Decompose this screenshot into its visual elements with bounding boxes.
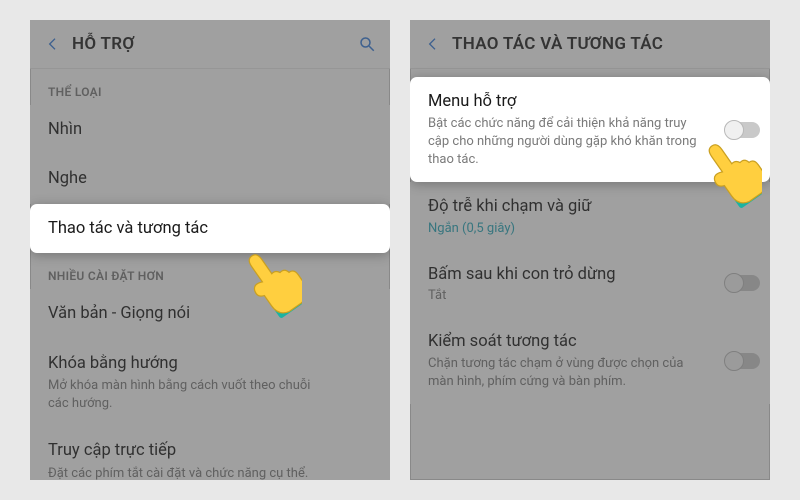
row-thao-tac-va-tuong-tac[interactable]: Thao tác và tương tác	[30, 204, 390, 253]
row-label: Nhìn	[48, 119, 372, 140]
row-label: Kiểm soát tương tác	[428, 331, 752, 352]
screen-1: HỖ TRỢ THỂ LOẠI Nhìn Nghe Thao tác và tư…	[30, 20, 390, 480]
row-label: Văn bản - Giọng nói	[48, 303, 372, 324]
row-value: Tắt	[428, 288, 752, 303]
page-title: THAO TÁC VÀ TƯƠNG TÁC	[446, 34, 760, 54]
row-label: Truy cập trực tiếp	[48, 440, 372, 461]
row-khoa-bang-huong[interactable]: Khóa bằng hướng Mở khóa màn hình bằng cá…	[30, 339, 390, 427]
row-label: Nghe	[48, 168, 372, 189]
pointer-hand-icon	[240, 240, 302, 321]
row-bam-sau[interactable]: Bấm sau khi con trỏ dừng Tắt	[410, 250, 770, 317]
toggle-kiem-soat[interactable]	[722, 350, 764, 372]
row-nhin[interactable]: Nhìn	[30, 105, 390, 154]
screen-2: THAO TÁC VÀ TƯƠNG TÁC Menu hỗ trợ Bật cá…	[410, 20, 770, 480]
toggle-bam-sau[interactable]	[722, 272, 764, 294]
row-label: Bấm sau khi con trỏ dừng	[428, 264, 752, 285]
row-label: Thao tác và tương tác	[48, 218, 372, 239]
row-label: Menu hỗ trợ	[428, 91, 752, 112]
section-header-category: THỂ LOẠI	[30, 69, 390, 105]
back-icon[interactable]	[40, 31, 66, 57]
header: THAO TÁC VÀ TƯƠNG TÁC	[410, 20, 770, 68]
row-nghe[interactable]: Nghe	[30, 154, 390, 203]
search-icon[interactable]	[354, 31, 380, 57]
pointer-hand-icon	[700, 130, 762, 211]
back-icon[interactable]	[420, 31, 446, 57]
row-desc: Chặn tương tác chạm ở vùng được chọn của…	[428, 355, 752, 390]
section-header-more: NHIỀU CÀI ĐẶT HƠN	[30, 253, 390, 289]
row-desc: Đặt các phím tắt cài đặt và chức năng cụ…	[48, 465, 372, 480]
row-kiem-soat-tuong-tac[interactable]: Kiểm soát tương tác Chặn tương tác chạm …	[410, 317, 770, 405]
row-desc: Mở khóa màn hình bằng cách vuốt theo chu…	[48, 377, 372, 412]
row-truy-cap-truc-tiep[interactable]: Truy cập trực tiếp Đặt các phím tắt cài …	[30, 426, 390, 480]
row-label: Khóa bằng hướng	[48, 353, 372, 374]
header: HỖ TRỢ	[30, 20, 390, 68]
page-title: HỖ TRỢ	[66, 34, 354, 54]
row-value: Ngắn (0,5 giây)	[428, 221, 752, 236]
row-van-ban-giong-noi[interactable]: Văn bản - Giọng nói	[30, 289, 390, 338]
